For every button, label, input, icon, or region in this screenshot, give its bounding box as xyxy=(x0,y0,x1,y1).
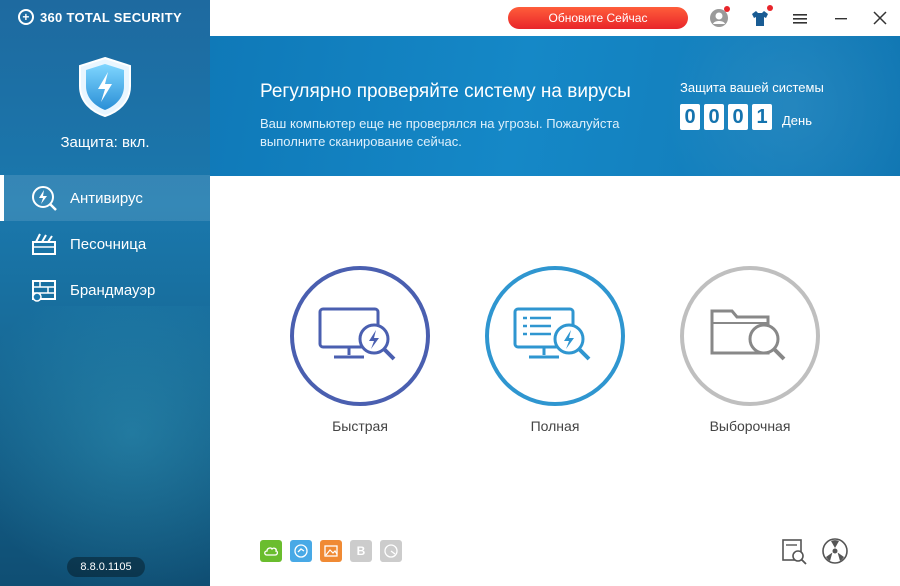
quick-scan-label[interactable]: Быстрая xyxy=(260,418,460,434)
full-scan-label[interactable]: Полная xyxy=(455,418,655,434)
sidebar-item-firewall[interactable]: Брандмауэр xyxy=(0,267,210,313)
custom-scan-icon xyxy=(680,266,820,406)
notification-dot xyxy=(724,6,730,12)
firewall-icon xyxy=(30,276,58,304)
sidebar-nav: Антивирус Песочница Брандмауэр xyxy=(0,175,210,313)
gauge-icon[interactable] xyxy=(380,540,402,562)
banner-subtitle: Ваш компьютер еще не проверялся на угроз… xyxy=(260,116,620,149)
update-now-button[interactable]: Обновите Сейчас xyxy=(508,7,688,29)
cloud-icon[interactable] xyxy=(260,540,282,562)
sidebar-item-label: Антивирус xyxy=(70,189,143,207)
shield-icon xyxy=(74,56,136,118)
status-banner: Регулярно проверяйте систему на вирусы В… xyxy=(210,36,900,176)
notification-dot xyxy=(767,5,773,11)
full-scan-icon xyxy=(485,266,625,406)
minimize-icon[interactable] xyxy=(831,8,851,28)
brand: + 360 TOTAL SECURITY xyxy=(18,9,182,25)
close-icon[interactable] xyxy=(870,8,890,28)
day-digit: 0 xyxy=(680,104,700,130)
brand-name: 360 TOTAL SECURITY xyxy=(40,9,182,25)
speed-icon[interactable] xyxy=(290,540,312,562)
antivirus-icon xyxy=(30,184,58,212)
scan-log-icon[interactable] xyxy=(780,537,808,565)
quick-scan-button[interactable] xyxy=(290,266,430,406)
full-scan-button[interactable] xyxy=(485,266,625,406)
image-icon[interactable] xyxy=(320,540,342,562)
version-badge: 8.8.0.1105 xyxy=(67,557,145,577)
skin-shirt-icon[interactable] xyxy=(750,5,773,28)
quick-scan-icon xyxy=(290,266,430,406)
sidebar-item-label: Брандмауэр xyxy=(70,281,156,299)
custom-scan-button[interactable] xyxy=(680,266,820,406)
banner-title: Регулярно проверяйте систему на вирусы xyxy=(260,81,631,102)
user-icon[interactable] xyxy=(709,6,730,28)
day-digit: 0 xyxy=(728,104,748,130)
sidebar-item-antivirus[interactable]: Антивирус xyxy=(0,175,210,221)
sidebar-item-label: Песочница xyxy=(70,235,147,253)
brand-logo-icon: + xyxy=(18,9,34,25)
sandbox-icon xyxy=(30,230,58,258)
menu-icon[interactable] xyxy=(790,8,810,28)
day-digit: 0 xyxy=(704,104,724,130)
custom-scan-label[interactable]: Выборочная xyxy=(650,418,850,434)
days-unit: День xyxy=(782,113,812,128)
protection-status: Защита: вкл. xyxy=(60,134,150,151)
sidebar-item-sandbox[interactable]: Песочница xyxy=(0,221,210,267)
b-icon[interactable]: B xyxy=(350,540,372,562)
radiation-icon[interactable] xyxy=(821,537,849,565)
top-bar: Обновите Сейчас xyxy=(210,0,900,36)
protection-days-counter: 0 0 0 1 День xyxy=(680,104,812,130)
protection-days-label: Защита вашей системы xyxy=(680,80,824,95)
sidebar: + 360 TOTAL SECURITY Защита: вкл. Антиви… xyxy=(0,0,210,586)
day-digit: 1 xyxy=(752,104,772,130)
